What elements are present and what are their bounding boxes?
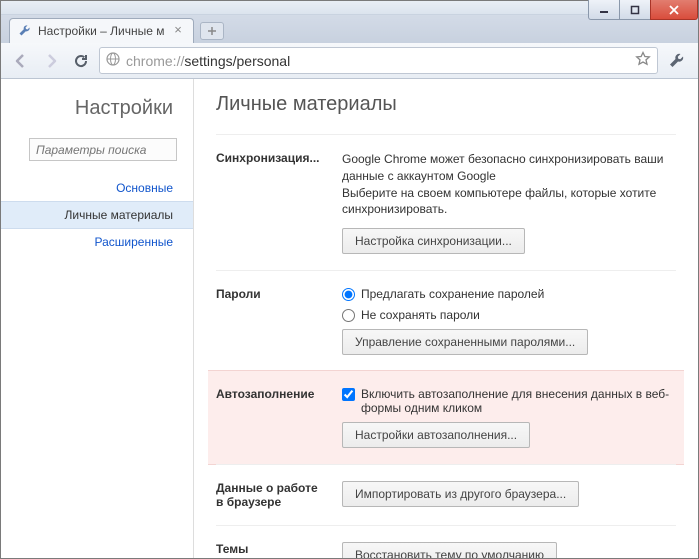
section-autofill: Автозаполнение Включить автозаполнение д…	[208, 370, 684, 465]
toolbar: chrome://settings/personal	[1, 43, 698, 79]
content-area: Настройки Основные Личные материалы Расш…	[1, 79, 698, 558]
section-label: Темы	[216, 542, 326, 558]
radio-never-save[interactable]: Не сохранять пароли	[342, 308, 676, 322]
section-passwords: Пароли Предлагать сохранение паролей Не …	[216, 270, 676, 371]
bookmark-star-icon[interactable]	[635, 51, 651, 70]
section-label: Пароли	[216, 287, 326, 355]
sync-desc: Google Chrome может безопасно синхронизи…	[342, 151, 676, 218]
forward-button[interactable]	[39, 49, 63, 73]
sidebar-title: Настройки	[1, 95, 193, 138]
checkbox-enable-autofill[interactable]: Включить автозаполнение для внесения дан…	[342, 387, 676, 415]
browser-window: Настройки – Личные мате × chrome://setti…	[0, 0, 699, 559]
url-text: chrome://settings/personal	[126, 53, 290, 69]
import-button[interactable]: Импортировать из другого браузера...	[342, 481, 579, 507]
nav-item-personal[interactable]: Личные материалы	[1, 201, 193, 229]
wrench-menu-button[interactable]	[664, 48, 690, 74]
nav-item-basics[interactable]: Основные	[1, 175, 193, 201]
address-bar[interactable]: chrome://settings/personal	[99, 47, 658, 74]
section-themes: Темы Восстановить тему по умолчанию Полу…	[216, 525, 676, 558]
minimize-button[interactable]	[588, 0, 620, 20]
maximize-button[interactable]	[619, 0, 651, 20]
section-label: Автозаполнение	[216, 387, 326, 448]
settings-search-input[interactable]	[29, 138, 177, 161]
wrench-icon	[18, 24, 32, 38]
title-bar	[1, 1, 698, 15]
section-browsing-data: Данные о работе в браузере Импортировать…	[216, 464, 676, 525]
checkbox-input[interactable]	[342, 388, 355, 401]
globe-icon	[106, 52, 120, 69]
radio-offer-save[interactable]: Предлагать сохранение паролей	[342, 287, 676, 301]
sync-setup-button[interactable]: Настройка синхронизации...	[342, 228, 525, 254]
section-label: Данные о работе в браузере	[216, 481, 326, 509]
restore-theme-button[interactable]: Восстановить тему по умолчанию	[342, 542, 557, 558]
autofill-settings-button[interactable]: Настройки автозаполнения...	[342, 422, 530, 448]
tab-title: Настройки – Личные мате	[38, 24, 165, 38]
back-button[interactable]	[9, 49, 33, 73]
radio-input[interactable]	[342, 309, 355, 322]
close-button[interactable]	[650, 0, 698, 20]
close-icon[interactable]: ×	[171, 24, 185, 38]
page-title: Личные материалы	[216, 93, 676, 116]
settings-sidebar: Настройки Основные Личные материалы Расш…	[1, 79, 194, 558]
section-sync: Синхронизация... Google Chrome может без…	[216, 134, 676, 270]
section-label: Синхронизация...	[216, 151, 326, 254]
manage-passwords-button[interactable]: Управление сохраненными паролями...	[342, 329, 588, 355]
new-tab-button[interactable]	[200, 22, 224, 40]
reload-button[interactable]	[69, 49, 93, 73]
nav-item-advanced[interactable]: Расширенные	[1, 229, 193, 255]
radio-input[interactable]	[342, 288, 355, 301]
settings-main: Личные материалы Синхронизация... Google…	[194, 79, 698, 558]
browser-tab[interactable]: Настройки – Личные мате ×	[9, 18, 194, 43]
